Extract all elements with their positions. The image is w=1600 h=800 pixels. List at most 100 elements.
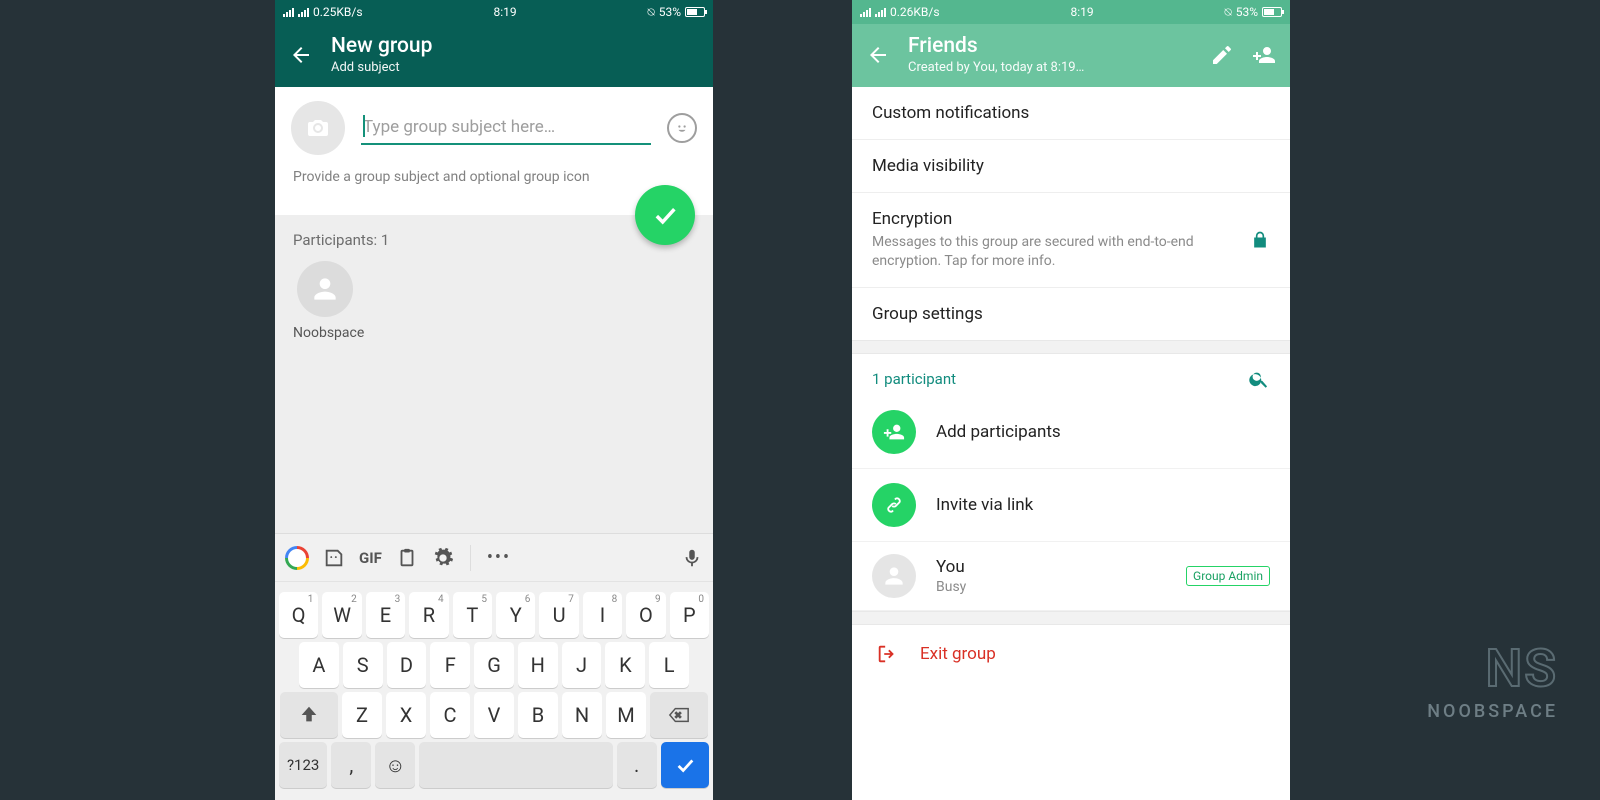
link-icon [872,483,916,527]
key-g[interactable]: G [474,642,514,688]
key-u[interactable]: U [539,592,578,638]
key-y[interactable]: Y [496,592,535,638]
signal-icon [283,7,294,17]
group-meta: Created by You, today at 8:19… [908,60,1084,75]
key-o[interactable]: O [626,592,665,638]
participant-chip[interactable]: Noobspace [275,255,375,347]
comma-key[interactable]: , [331,742,371,788]
key-s[interactable]: S [343,642,383,688]
confirm-fab[interactable] [635,185,695,245]
key-t[interactable]: T [453,592,492,638]
more-icon[interactable]: ••• [487,547,511,568]
backspace-key[interactable] [650,692,708,738]
section-divider [852,611,1290,625]
key-z[interactable]: Z [342,692,382,738]
exit-group-row[interactable]: Exit group [852,625,1290,683]
key-w[interactable]: W [322,592,361,638]
emoji-button[interactable] [667,113,697,143]
emoji-key[interactable]: ☺ [375,742,415,788]
gif-button[interactable]: GIF [359,549,382,567]
shift-key[interactable] [280,692,338,738]
group-settings-item[interactable]: Group settings [852,288,1290,340]
emoji-icon [673,119,691,137]
space-key[interactable] [419,742,612,788]
gear-icon[interactable] [432,547,454,569]
add-participants-row[interactable]: Add participants [852,396,1290,469]
section-divider [852,340,1290,354]
app-bar: Friends Created by You, today at 8:19… [852,24,1290,87]
check-icon [651,201,679,229]
key-k[interactable]: K [605,642,645,688]
key-j[interactable]: J [562,642,602,688]
member-row[interactable]: You Busy Group Admin [852,542,1290,611]
invite-link-row[interactable]: Invite via link [852,469,1290,542]
back-icon[interactable] [866,43,890,67]
key-e[interactable]: E [366,592,405,638]
network-speed: 0.25KB/s [313,5,363,19]
sticker-icon[interactable] [323,547,345,569]
member-status: Busy [936,579,1166,595]
input-caret [363,115,365,137]
key-x[interactable]: X [386,692,426,738]
clock: 8:19 [940,5,1225,19]
key-n[interactable]: N [562,692,602,738]
key-p[interactable]: P [670,592,709,638]
key-l[interactable]: L [649,642,689,688]
key-b[interactable]: B [518,692,558,738]
watermark-label: NOOBSPACE [1427,701,1558,722]
mic-icon[interactable] [681,547,703,569]
signal-icon [875,7,886,17]
media-visibility-item[interactable]: Media visibility [852,140,1290,193]
key-h[interactable]: H [518,642,558,688]
key-c[interactable]: C [430,692,470,738]
encryption-item[interactable]: Encryption Messages to this group are se… [852,193,1290,288]
key-d[interactable]: D [387,642,427,688]
status-bar: 0.26KB/s 8:19 ⍉ 53% [852,0,1290,24]
camera-icon [306,116,330,140]
add-person-icon[interactable] [1252,43,1276,67]
clipboard-icon[interactable] [396,547,418,569]
admin-badge: Group Admin [1186,566,1270,586]
subject-input[interactable] [361,111,651,145]
enter-key[interactable] [661,742,709,788]
key-i[interactable]: I [583,592,622,638]
key-q[interactable]: Q [279,592,318,638]
symbols-key[interactable]: ?123 [279,742,327,788]
edit-icon[interactable] [1210,43,1234,67]
soft-keyboard: G GIF ••• QWERTYUIOP ASDFGHJKL ZXCVBNM ?… [275,533,713,800]
key-r[interactable]: R [409,592,448,638]
key-v[interactable]: V [474,692,514,738]
period-key[interactable]: . [617,742,657,788]
battery-icon [685,7,705,17]
watermark: NS NOOBSPACE [1427,643,1558,722]
key-a[interactable]: A [299,642,339,688]
status-bar: 0.25KB/s 8:19 ⍉ 53% [275,0,713,24]
member-name: You [936,557,1166,577]
battery-icon [1262,7,1282,17]
phone-group-info: 0.26KB/s 8:19 ⍉ 53% Friends Created by Y… [852,0,1290,800]
appbar-subtitle: Add subject [331,60,432,75]
dnd-icon: ⍉ [648,5,655,20]
subject-row [275,87,713,155]
exit-icon [876,643,898,665]
add-person-icon [872,410,916,454]
signal-icon [860,7,871,17]
clock: 8:19 [363,5,648,19]
key-m[interactable]: M [606,692,646,738]
appbar-title: New group [331,34,432,58]
avatar-icon [297,261,353,317]
search-icon[interactable] [1248,368,1270,390]
participant-name: Noobspace [293,325,357,341]
dnd-icon: ⍉ [1225,5,1232,20]
key-f[interactable]: F [430,642,470,688]
avatar-icon [872,554,916,598]
network-speed: 0.26KB/s [890,5,940,19]
back-icon[interactable] [289,43,313,67]
group-icon-button[interactable] [291,101,345,155]
phone-new-group: 0.25KB/s 8:19 ⍉ 53% New group Add subjec… [275,0,713,800]
lock-icon [1250,230,1270,250]
google-icon[interactable]: G [285,546,309,570]
app-bar: New group Add subject [275,24,713,87]
group-name: Friends [908,34,1084,58]
custom-notifications-item[interactable]: Custom notifications [852,87,1290,140]
